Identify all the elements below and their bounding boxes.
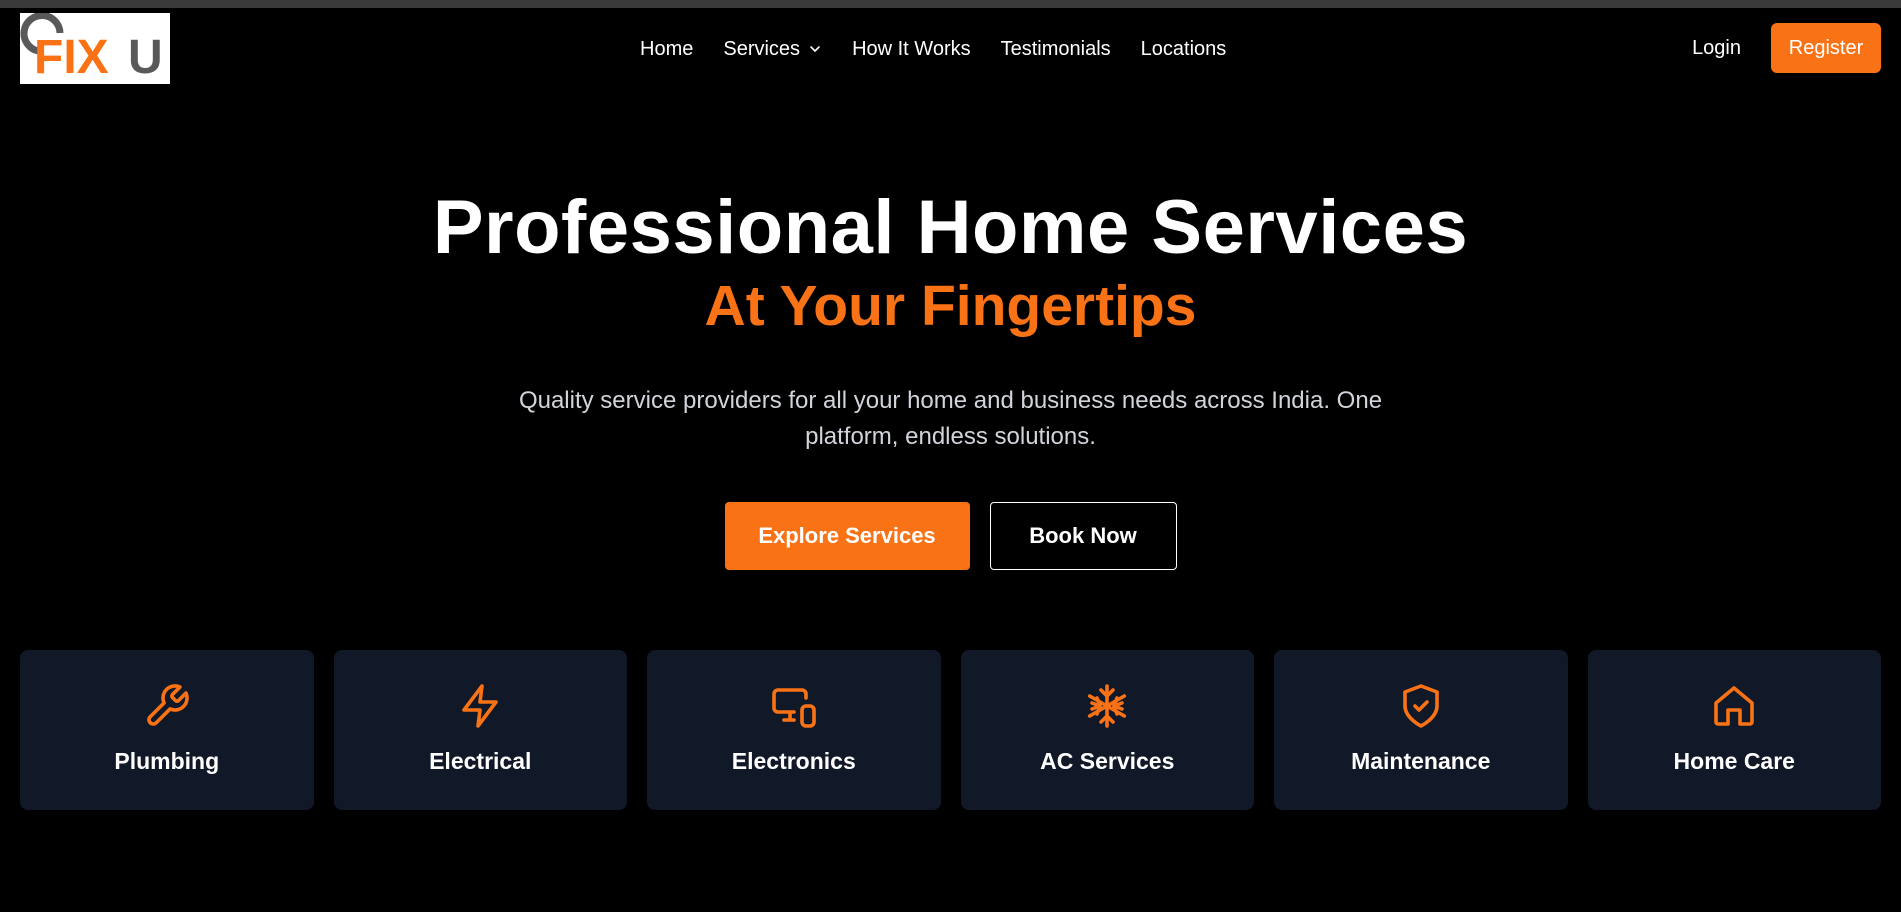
auth-actions: Login Register: [1692, 23, 1881, 73]
nav-how-it-works-label: How It Works: [852, 37, 971, 60]
service-card-electronics[interactable]: Electronics: [647, 650, 941, 810]
service-card-label: Maintenance: [1351, 748, 1491, 774]
svg-text:FIX: FIX: [34, 31, 109, 84]
hero-description: Quality service providers for all your h…: [518, 387, 1383, 450]
service-cards: Plumbing Electrical Electronics AC Servi…: [20, 650, 1881, 810]
nav-home-label: Home: [640, 37, 694, 60]
lightning-icon: [462, 684, 499, 728]
service-card-electrical[interactable]: Electrical: [333, 650, 627, 810]
service-card-home-care[interactable]: Home Care: [1587, 650, 1881, 810]
service-card-plumbing[interactable]: Plumbing: [20, 650, 314, 810]
browser-top-strip: [0, 0, 1901, 8]
shield-check-icon: [1402, 684, 1439, 728]
nav-services[interactable]: Services: [723, 38, 822, 61]
service-card-label: Plumbing: [114, 748, 220, 774]
site-header: FIX U Home Services How It Works Testimo…: [0, 8, 1901, 90]
wrench-icon: [146, 684, 189, 726]
fixu-logo[interactable]: FIX U: [20, 13, 170, 84]
chevron-down-icon: [810, 46, 820, 52]
hero-subtitle: At Your Fingertips: [704, 274, 1197, 338]
service-card-label: Electrical: [429, 748, 532, 774]
register-button[interactable]: Register: [1771, 23, 1881, 73]
book-now-button[interactable]: Book Now: [989, 502, 1177, 570]
service-card-label: AC Services: [1040, 748, 1175, 774]
service-card-label: Home Care: [1673, 748, 1795, 774]
nav-locations-label: Locations: [1140, 37, 1227, 60]
svg-text:U: U: [128, 31, 163, 84]
hero-section: Professional Home Services At Your Finge…: [0, 185, 1901, 455]
nav-testimonials[interactable]: Testimonials: [1001, 38, 1111, 61]
service-card-ac-services[interactable]: AC Services: [960, 650, 1254, 810]
hero-title: Professional Home Services: [432, 185, 1469, 270]
nav-home[interactable]: Home: [640, 38, 693, 61]
nav-locations[interactable]: Locations: [1141, 38, 1227, 61]
service-card-maintenance[interactable]: Maintenance: [1274, 650, 1568, 810]
snowflake-icon: [1088, 684, 1127, 728]
home-icon: [1714, 686, 1755, 726]
explore-services-button[interactable]: Explore Services: [724, 502, 970, 570]
nav-how-it-works[interactable]: How It Works: [852, 38, 971, 61]
devices-icon: [771, 688, 816, 728]
login-link[interactable]: Login: [1692, 37, 1741, 60]
main-nav: Home Services How It Works Testimonials …: [640, 8, 1256, 90]
nav-services-label: Services: [723, 37, 801, 60]
nav-testimonials-label: Testimonials: [1000, 37, 1111, 60]
service-card-label: Electronics: [731, 748, 856, 774]
hero-cta-row: Explore Services Book Now: [0, 502, 1901, 570]
